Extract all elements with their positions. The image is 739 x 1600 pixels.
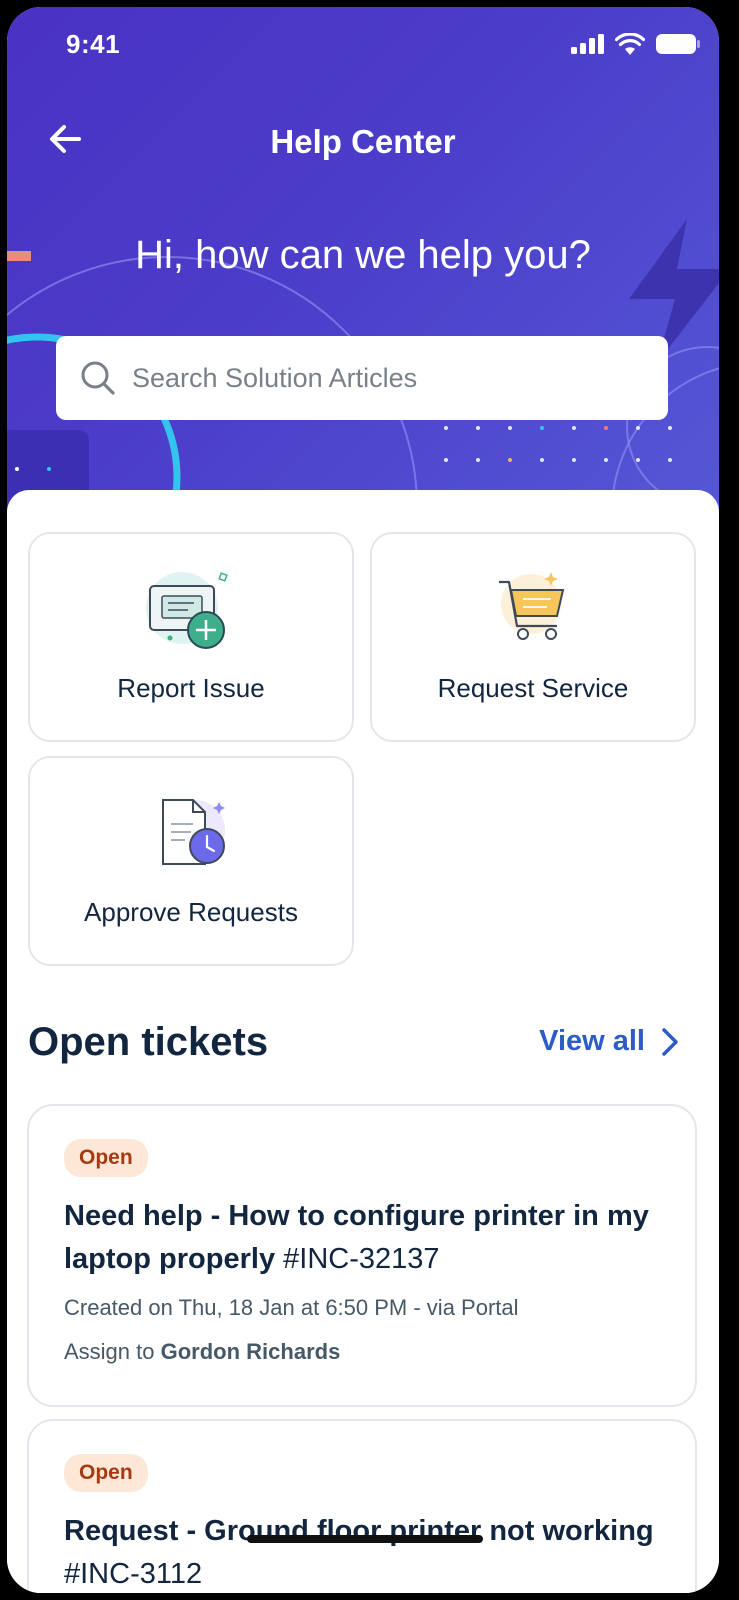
status-badge: Open <box>64 1139 148 1177</box>
ticket-meta: Created on Thu, 18 Jan at 6:50 PM - via … <box>64 1295 519 1320</box>
page-title: Help Center <box>270 123 456 160</box>
view-all-label: View all <box>539 1025 645 1057</box>
report-issue-card[interactable]: Report Issue <box>28 532 354 742</box>
status-bar-icons <box>571 33 701 55</box>
search-input[interactable] <box>132 362 652 394</box>
wifi-icon <box>615 33 645 55</box>
report-issue-label: Report Issue <box>117 673 265 703</box>
app-screen: 9:41 Help Center Hi, how can we help you… <box>7 7 719 1593</box>
assign-prefix: Assign to <box>64 1339 155 1364</box>
assignee-name: Gordon Richards <box>160 1339 341 1364</box>
open-tickets-heading: Open tickets <box>28 1020 269 1064</box>
ticket-card[interactable]: Open Need help - How to configure printe… <box>27 1104 697 1407</box>
request-service-card[interactable]: Request Service <box>370 532 696 742</box>
cellular-signal-icon <box>571 34 604 54</box>
approve-requests-card[interactable]: Approve Requests <box>28 756 354 966</box>
request-service-label: Request Service <box>437 673 629 703</box>
content-sheet: Report Issue Request Service Approve Req… <box>7 490 719 1593</box>
greeting-text: Hi, how can we help you? <box>135 233 591 277</box>
status-badge: Open <box>64 1454 148 1492</box>
approve-requests-label: Approve Requests <box>84 897 298 927</box>
ticket-title: Need help - How to configure printer in … <box>64 1195 664 1281</box>
document-clock-icon <box>162 799 225 865</box>
battery-icon <box>656 34 700 54</box>
report-issue-icon <box>146 572 228 649</box>
ticket-title: Request - Ground floor printer not worki… <box>64 1510 664 1593</box>
ticket-assignee-row: Assign to Gordon Richards <box>64 1339 662 1365</box>
home-indicator <box>247 1535 483 1543</box>
chevron-right-icon <box>662 1027 678 1056</box>
view-all-link[interactable]: View all <box>539 1025 679 1058</box>
ticket-id: #INC-3112 <box>64 1558 203 1590</box>
ticket-card[interactable]: Open Request - Ground floor printer not … <box>27 1419 697 1593</box>
search-icon <box>81 361 115 395</box>
shopping-cart-icon <box>499 572 565 640</box>
ticket-id: #INC-32137 <box>283 1243 440 1275</box>
search-bar[interactable] <box>56 336 668 420</box>
hero-header: 9:41 Help Center Hi, how can we help you… <box>7 7 719 512</box>
status-bar-time: 9:41 <box>66 29 121 59</box>
